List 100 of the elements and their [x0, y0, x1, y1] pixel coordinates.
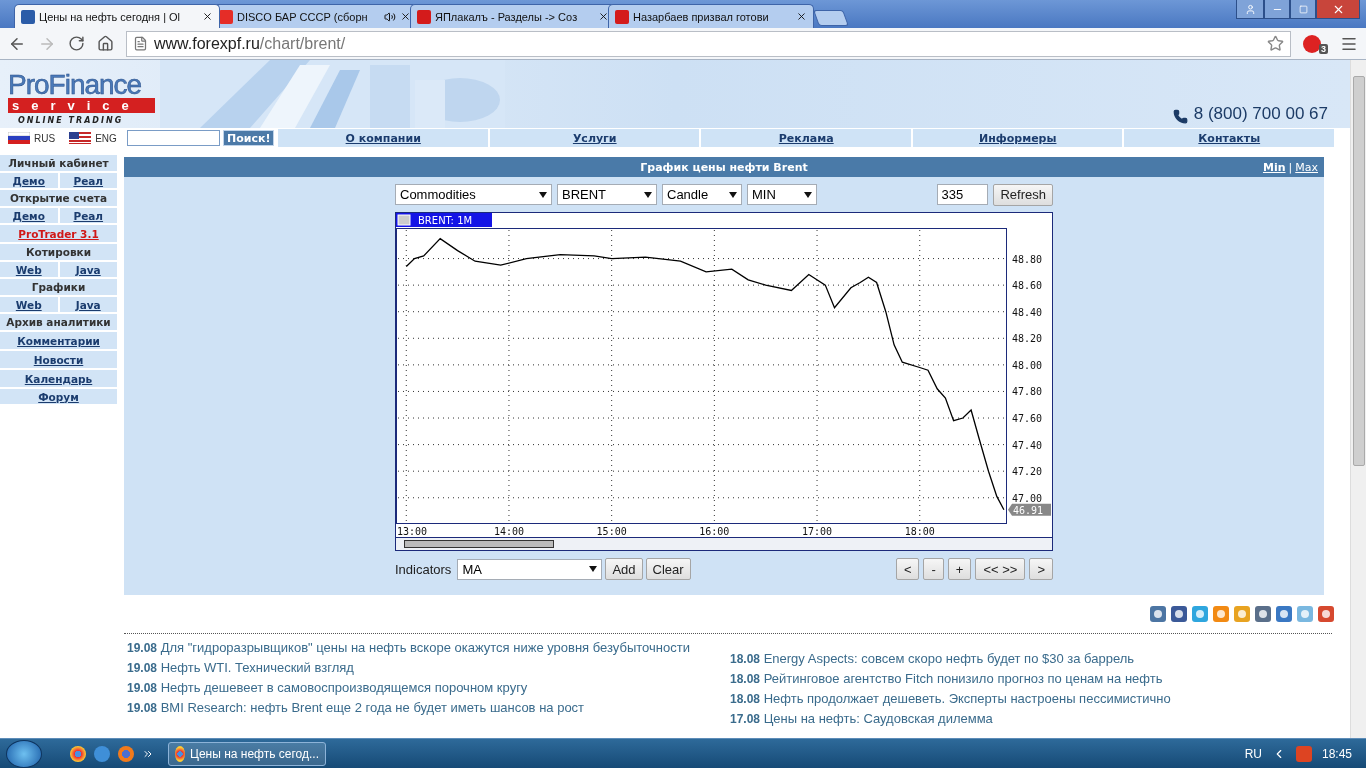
close-icon[interactable] — [202, 11, 213, 22]
share-icon[interactable] — [1276, 606, 1292, 622]
caret-icon — [804, 191, 812, 198]
refresh-button[interactable]: Refresh — [993, 183, 1053, 206]
user-icon — [1244, 3, 1256, 15]
sidebar-link[interactable]: Java — [75, 298, 101, 311]
favicon-icon — [21, 9, 35, 24]
size-link[interactable]: Min — [1262, 160, 1286, 174]
close-icon[interactable] — [796, 11, 807, 22]
axis-label: 48.80 — [1012, 253, 1043, 265]
axis-label: 13:00 — [396, 526, 428, 537]
minimize-button[interactable] — [1264, 0, 1290, 19]
language-indicator[interactable]: RU — [1244, 746, 1262, 761]
news-link[interactable]: 19.08 Для "гидроразрывщиков" цены на нефть вскоре окажутся ниже уровня безубыточности — [127, 638, 730, 658]
sidebar-heading: Графики — [31, 281, 86, 293]
sidebar-heading: Архив аналитики — [6, 316, 111, 328]
sidebar-link[interactable]: Демо — [12, 174, 45, 187]
news-link[interactable]: 18.08 Рейтинговое агентство Fitch понизило прогноз по ценам на нефть — [730, 669, 1350, 689]
share-icon[interactable] — [1255, 606, 1271, 622]
indicator-button[interactable]: Clear — [645, 558, 691, 580]
price-marker: 46.91 — [1008, 503, 1051, 516]
chart-nav-button[interactable]: + — [947, 558, 972, 580]
dropdown[interactable]: Commodities — [395, 184, 552, 205]
news-link[interactable]: 18.08 Нефть продолжает дешеветь. Эксперты настроены пессимистично — [730, 689, 1350, 709]
size-link[interactable]: Max — [1295, 160, 1318, 174]
news-link[interactable]: 18.08 Energy Aspects: совсем скоро нефть будет по $30 за баррель — [730, 649, 1350, 669]
axis-label: 48.00 — [1012, 359, 1043, 371]
panel-title: График цены нефти Brent — [640, 160, 808, 174]
sidebar-link[interactable]: Web — [15, 298, 42, 311]
flag-icon[interactable] — [69, 132, 92, 144]
dropdown[interactable]: MIN — [747, 184, 817, 205]
address-bar[interactable]: www.forexpf.ru/chart/brent/ — [126, 30, 1291, 57]
dropdown[interactable]: BRENT — [557, 184, 657, 205]
dropdown[interactable]: Candle — [662, 184, 742, 205]
home-icon[interactable] — [97, 35, 114, 52]
new-tab-button[interactable] — [813, 10, 849, 26]
share-icon[interactable] — [1318, 606, 1334, 622]
chart-nav-button[interactable]: > — [1029, 558, 1053, 580]
language-link[interactable]: RUS — [34, 132, 56, 144]
browser-icon[interactable] — [70, 745, 86, 762]
caret-icon — [729, 191, 737, 198]
browser-tab[interactable]: Цены на нефть сегодня | Ol — [14, 4, 220, 28]
chart-scrollbar[interactable] — [396, 537, 1052, 550]
start-button[interactable] — [6, 739, 42, 768]
chart-nav-button[interactable]: < — [895, 558, 920, 580]
chart-nav-button[interactable]: - — [923, 558, 944, 580]
speaker-icon — [384, 10, 396, 23]
count-field[interactable]: 335 — [937, 184, 989, 205]
close-icon[interactable] — [400, 11, 411, 22]
sidebar-link[interactable]: Web — [15, 263, 42, 276]
news-link[interactable]: 19.08 Нефть дешевеет в самовоспроизводящемся порочном кругу — [127, 678, 730, 698]
caret-icon — [589, 566, 598, 572]
chart-nav-button[interactable]: << >> — [975, 558, 1026, 580]
favicon-icon — [615, 9, 629, 24]
news-link[interactable]: 17.08 Цены на нефть: Саудовская дилемма — [730, 709, 1350, 729]
indicator-dropdown[interactable]: MA — [457, 558, 603, 580]
close-button[interactable] — [1316, 0, 1360, 19]
page-icon — [133, 36, 148, 51]
scrollbar[interactable] — [1350, 60, 1366, 738]
close-icon[interactable] — [598, 11, 609, 22]
extension-badge: 3 — [1319, 43, 1328, 54]
indicators-label: Indicators — [395, 561, 452, 577]
search-field[interactable] — [127, 130, 220, 146]
sidebar-link[interactable]: Демо — [12, 209, 45, 222]
sidebar-heading: Котировки — [25, 246, 92, 258]
browser-icon[interactable] — [118, 745, 134, 762]
caret-icon — [539, 191, 547, 198]
scroll-thumb[interactable] — [404, 540, 554, 548]
sidebar-link[interactable]: Реал — [73, 174, 104, 187]
share-icon[interactable] — [1150, 606, 1166, 622]
axis-label: 47.00 — [1012, 492, 1043, 504]
search-button[interactable]: Поиск! — [223, 130, 275, 146]
language-link[interactable]: ENG — [95, 132, 117, 144]
axis-label: 18:00 — [904, 526, 935, 537]
maximize-button[interactable] — [1290, 0, 1316, 19]
news-link[interactable]: 19.08 Нефть WTI. Технический взгляд — [127, 658, 730, 678]
caret-icon — [644, 191, 652, 198]
clock[interactable]: 18:45 — [1321, 746, 1352, 761]
flag-icon[interactable] — [8, 132, 30, 144]
taskbar-window[interactable]: Цены на нефть сегод... — [168, 741, 326, 766]
axis-label: 47.60 — [1012, 413, 1043, 424]
star-icon[interactable] — [1267, 35, 1284, 52]
extension-icon[interactable] — [1303, 34, 1321, 53]
sidebar-link[interactable]: Java — [75, 263, 101, 276]
reload-icon[interactable] — [68, 35, 85, 52]
user-button[interactable] — [1236, 0, 1264, 19]
axis-label: 47.20 — [1012, 466, 1043, 478]
axis-label: 48.60 — [1012, 280, 1043, 292]
axis-label: 47.80 — [1012, 386, 1043, 398]
phone-number: 8 (800) 700 00 67 — [1193, 104, 1328, 124]
browser-tab[interactable]: Назарбаев призвал готови — [608, 4, 814, 28]
share-icon[interactable] — [1171, 606, 1187, 622]
maximize-icon — [1298, 4, 1308, 14]
nav-link[interactable]: Услуги — [572, 131, 617, 145]
axis-label: 16:00 — [699, 526, 730, 537]
indicator-button[interactable]: Add — [605, 558, 643, 580]
news-link[interactable]: 19.08 BMI Research: нефть Brent еще 2 года не будет иметь шансов на рост — [127, 698, 730, 718]
sidebar-heading: Открытие счета — [9, 192, 108, 204]
sidebar-link[interactable]: Реал — [73, 209, 104, 222]
logo[interactable]: ProFinance service ONLINE TRADING — [0, 60, 160, 128]
